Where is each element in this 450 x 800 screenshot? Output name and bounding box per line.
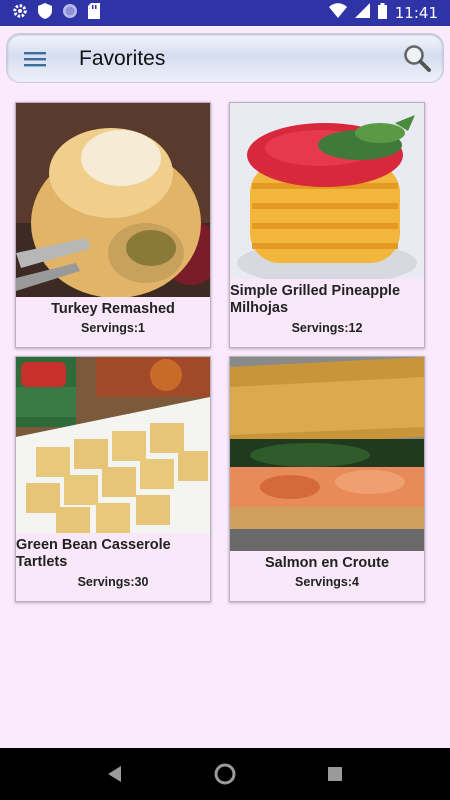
recipe-title: Green Bean Casserole Tartlets xyxy=(16,537,171,570)
home-icon[interactable] xyxy=(211,760,239,788)
shield-icon xyxy=(38,2,52,24)
battery-icon xyxy=(377,2,387,24)
gear-icon xyxy=(12,3,28,24)
clock: 11:41 xyxy=(394,4,438,22)
status-bar: 11:41 xyxy=(0,0,450,26)
pineapple-milhojas-photo xyxy=(230,103,424,279)
signal-icon xyxy=(354,3,370,23)
search-icon[interactable] xyxy=(401,42,433,74)
recipe-title: Simple Grilled Pineapple Milhojas xyxy=(230,283,401,316)
recipe-servings: Servings:1 xyxy=(81,321,145,335)
recipe-card[interactable]: Simple Grilled Pineapple Milhojas Servin… xyxy=(229,102,425,348)
recipe-servings: Servings:4 xyxy=(295,575,359,589)
recipe-servings: Servings:12 xyxy=(291,321,363,335)
app-bar: Favorites xyxy=(0,26,450,92)
navigation-bar xyxy=(0,748,450,800)
recipe-card[interactable]: Salmon en Croute Servings:4 xyxy=(229,356,425,602)
recipe-servings: Servings:30 xyxy=(77,575,149,589)
recipe-card[interactable]: Turkey Remashed Servings:1 xyxy=(15,102,211,348)
recipe-title: Turkey Remashed xyxy=(51,301,175,317)
hamburger-menu-icon[interactable] xyxy=(21,46,49,72)
back-icon[interactable] xyxy=(101,760,129,788)
recents-icon[interactable] xyxy=(321,760,349,788)
salmon-en-croute-photo xyxy=(230,357,424,551)
green-bean-tartlets-photo xyxy=(16,357,210,533)
wifi-icon xyxy=(328,3,347,23)
circle-icon xyxy=(62,3,78,24)
recipe-title: Salmon en Croute xyxy=(264,555,390,571)
turkey-remashed-photo xyxy=(16,103,210,297)
sd-card-icon xyxy=(88,2,100,24)
toolbar: Favorites xyxy=(6,33,444,83)
recipe-card[interactable]: Green Bean Casserole Tartlets Servings:3… xyxy=(15,356,211,602)
page-title: Favorites xyxy=(79,47,166,70)
